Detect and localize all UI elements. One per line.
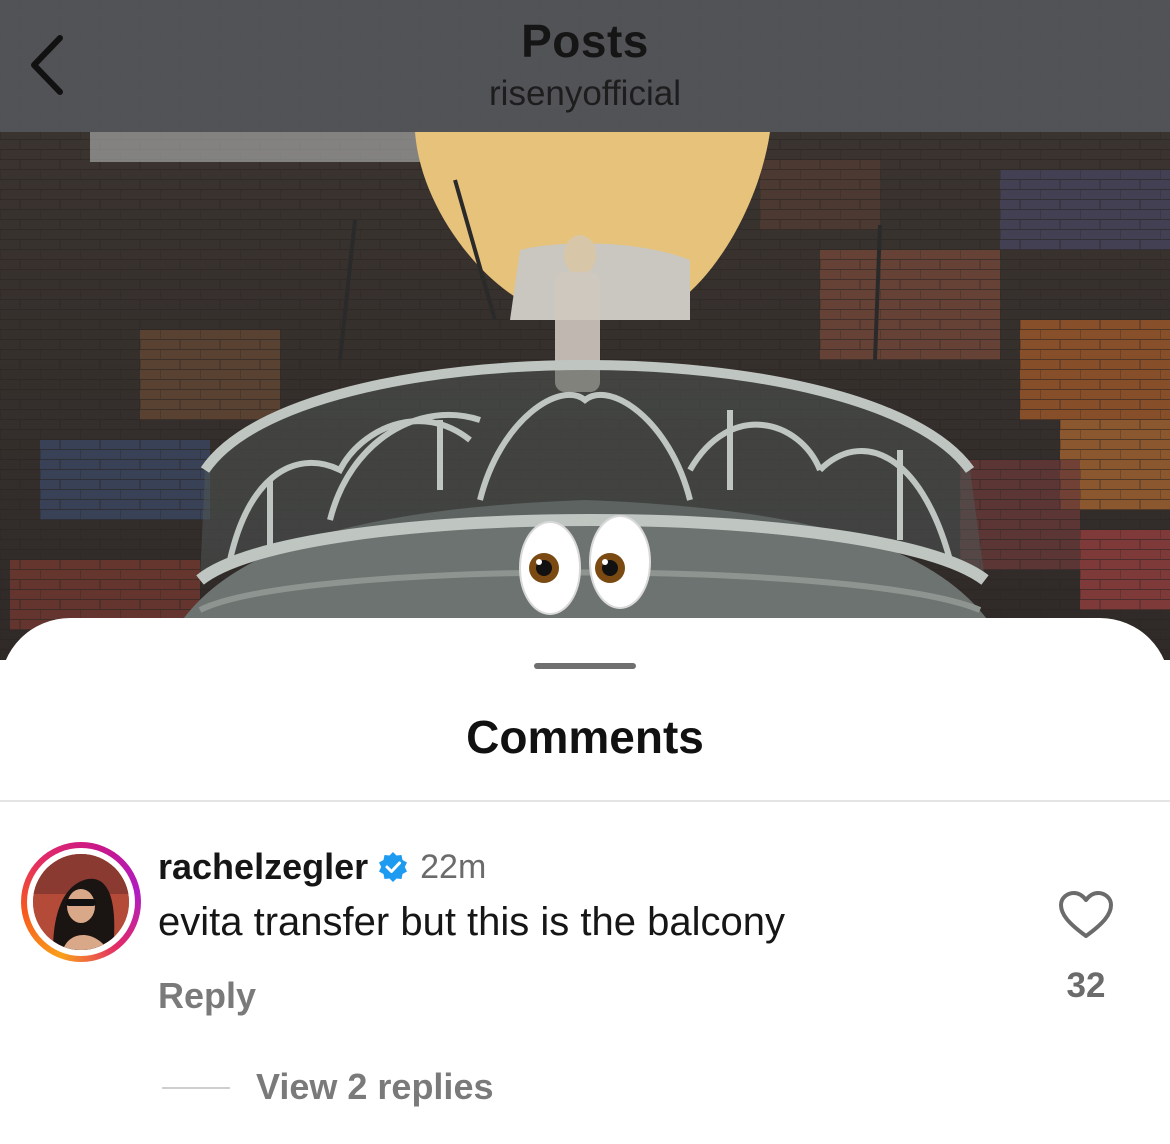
eyes-emoji-icon xyxy=(519,515,651,615)
sheet-drag-handle[interactable] xyxy=(534,663,636,669)
page-title: Posts xyxy=(521,15,649,67)
reply-button[interactable]: Reply xyxy=(158,975,256,1017)
account-username[interactable]: risenyofficial xyxy=(0,74,1170,114)
profile-photo-icon xyxy=(33,854,129,950)
comments-sheet: Comments rachelzegler 22m evita transfer xyxy=(0,618,1170,1144)
comment-timestamp: 22m xyxy=(420,847,487,886)
comment-text: evita transfer but this is the balcony xyxy=(158,900,785,944)
verified-badge-icon xyxy=(379,852,408,882)
comments-title: Comments xyxy=(466,711,704,763)
comment-username[interactable]: rachelzegler xyxy=(158,846,368,888)
avatar[interactable] xyxy=(21,842,141,962)
heart-icon xyxy=(1059,891,1113,938)
replies-line xyxy=(162,1087,230,1089)
like-count: 32 xyxy=(1066,966,1106,1005)
view-replies-button[interactable]: View 2 replies xyxy=(256,1066,493,1108)
comment-header: rachelzegler 22m xyxy=(158,842,486,892)
divider xyxy=(0,800,1170,802)
like-button[interactable] xyxy=(1058,890,1114,940)
top-navigation-bar: Posts risenyofficial xyxy=(0,0,1170,132)
